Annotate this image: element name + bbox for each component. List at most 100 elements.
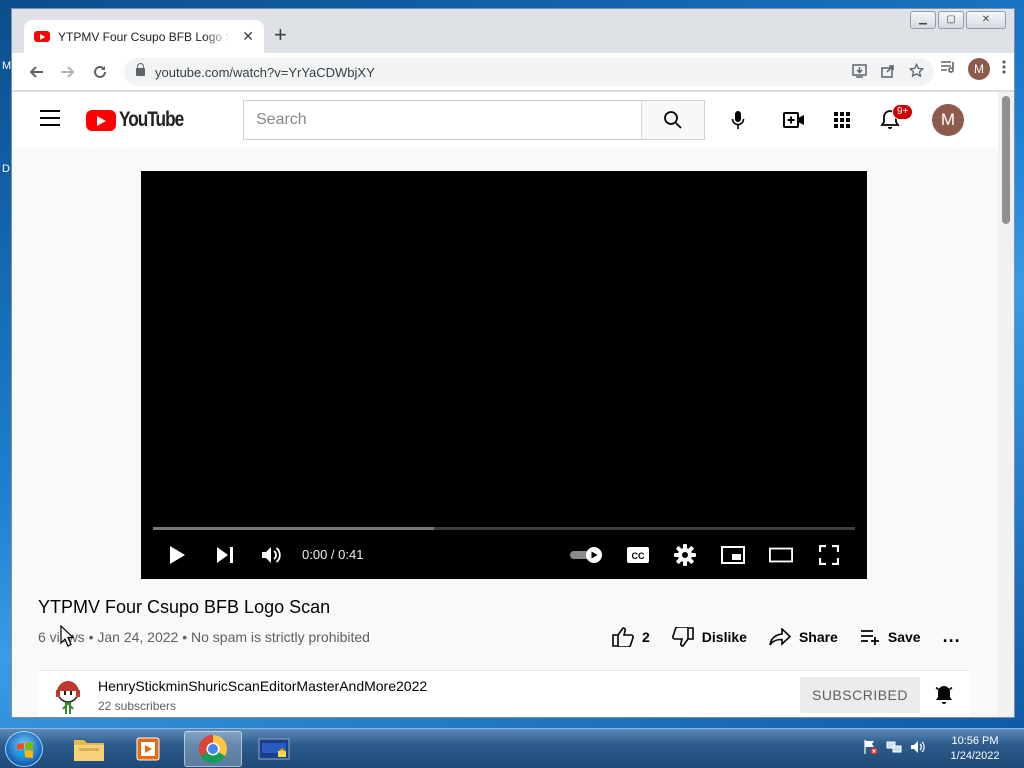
playlist-add-icon bbox=[860, 629, 879, 645]
desktop-icon-label[interactable]: M bbox=[2, 60, 11, 72]
close-tab-icon[interactable]: ✕ bbox=[242, 28, 254, 45]
theater-mode-button[interactable] bbox=[769, 543, 793, 567]
taskbar-media-player[interactable] bbox=[121, 731, 179, 767]
channel-name[interactable]: HenryStickminShuricScanEditorMasterAndMo… bbox=[98, 678, 427, 694]
dislike-button[interactable]: Dislike bbox=[671, 626, 747, 647]
fullscreen-button[interactable] bbox=[817, 543, 841, 567]
back-button[interactable] bbox=[22, 58, 50, 86]
youtube-favicon-icon bbox=[34, 31, 50, 42]
thumbs-up-icon bbox=[612, 626, 634, 647]
play-icon bbox=[170, 546, 185, 564]
maximize-button[interactable]: ▢ bbox=[938, 11, 964, 29]
taskbar-app[interactable] bbox=[245, 731, 303, 767]
lock-icon[interactable] bbox=[136, 63, 145, 76]
install-app-icon[interactable] bbox=[852, 63, 867, 81]
youtube-play-logo-icon bbox=[86, 109, 116, 131]
time-display: 0:00 / 0:41 bbox=[302, 547, 364, 562]
captions-icon: CC bbox=[627, 547, 649, 563]
browser-window: YTPMV Four Csupo BFB Logo Scan - YouTube… bbox=[11, 8, 1015, 718]
captions-button[interactable]: CC bbox=[626, 543, 650, 567]
system-tray bbox=[862, 739, 926, 755]
app-window-icon bbox=[258, 738, 290, 760]
miniplayer-button[interactable] bbox=[721, 543, 745, 567]
search-button[interactable] bbox=[641, 100, 705, 140]
autoplay-toggle[interactable] bbox=[569, 543, 605, 567]
share-button[interactable]: Share bbox=[769, 627, 838, 646]
page-scrollbar[interactable] bbox=[998, 92, 1014, 717]
bookmark-star-icon[interactable] bbox=[908, 62, 925, 81]
address-bar[interactable]: youtube.com/watch?v=YrYaCDWbjXY bbox=[124, 58, 934, 86]
back-arrow-icon bbox=[29, 66, 43, 78]
taskbar: 10:56 PM 1/24/2022 bbox=[0, 728, 1024, 768]
video-info: 6 views • Jan 24, 2022 • No spam is stri… bbox=[38, 629, 370, 645]
action-center-flag-icon[interactable] bbox=[862, 739, 878, 755]
subscriber-count: 22 subscribers bbox=[98, 699, 177, 713]
chrome-icon bbox=[199, 735, 227, 763]
youtube-header: YouTube 9+ M bbox=[12, 92, 998, 148]
microphone-icon bbox=[731, 111, 745, 129]
channel-row: HenryStickminShuricScanEditorMasterAndMo… bbox=[38, 671, 970, 717]
skip-next-icon bbox=[217, 547, 233, 563]
forward-button[interactable] bbox=[54, 58, 82, 86]
clock-time: 10:56 PM bbox=[951, 735, 999, 747]
apps-grid-icon bbox=[834, 112, 850, 128]
url-text[interactable]: youtube.com/watch?v=YrYaCDWbjXY bbox=[155, 65, 375, 80]
gear-icon bbox=[674, 544, 696, 566]
youtube-logo[interactable]: YouTube bbox=[86, 108, 197, 132]
settings-button[interactable] bbox=[673, 543, 697, 567]
taskbar-explorer[interactable] bbox=[60, 731, 118, 767]
fullscreen-icon bbox=[819, 545, 839, 565]
progress-bar[interactable] bbox=[153, 527, 855, 530]
forward-arrow-icon bbox=[61, 66, 75, 78]
thumbs-down-icon bbox=[671, 626, 694, 647]
windows-logo-icon bbox=[17, 741, 33, 759]
desktop-icon-label[interactable]: D bbox=[2, 163, 10, 175]
reading-list-icon[interactable] bbox=[940, 60, 956, 78]
play-button[interactable] bbox=[165, 543, 189, 567]
volume-tray-icon[interactable] bbox=[910, 739, 926, 755]
scrollbar-thumb[interactable] bbox=[1002, 96, 1010, 224]
start-button[interactable] bbox=[5, 731, 43, 767]
save-button[interactable]: Save bbox=[860, 629, 921, 645]
browser-tab[interactable]: YTPMV Four Csupo BFB Logo Scan - YouTube… bbox=[24, 20, 264, 53]
like-count: 2 bbox=[642, 628, 650, 645]
account-avatar[interactable]: M bbox=[932, 104, 964, 136]
window-controls: ▁ ▢ ✕ bbox=[910, 11, 1006, 29]
mouse-cursor-icon bbox=[60, 625, 74, 647]
subscribed-button[interactable]: SUBSCRIBED bbox=[800, 677, 920, 713]
dislike-label: Dislike bbox=[701, 628, 747, 645]
tab-title: YTPMV Four Csupo BFB Logo Scan - YouTube bbox=[58, 29, 230, 44]
close-window-button[interactable]: ✕ bbox=[966, 11, 1006, 29]
share-page-icon[interactable] bbox=[881, 64, 895, 81]
network-icon[interactable] bbox=[886, 739, 902, 755]
new-tab-button[interactable]: + bbox=[274, 24, 287, 46]
volume-button[interactable] bbox=[260, 543, 284, 567]
miniplayer-icon bbox=[721, 546, 745, 564]
like-button[interactable]: 2 bbox=[612, 626, 650, 647]
hamburger-menu-icon[interactable] bbox=[40, 110, 60, 131]
media-player-icon bbox=[136, 737, 160, 761]
search-icon bbox=[664, 111, 682, 129]
save-label: Save bbox=[887, 628, 921, 645]
menu-kebab-icon[interactable] bbox=[1002, 60, 1006, 78]
search-input[interactable] bbox=[256, 111, 616, 129]
svg-text:CC: CC bbox=[632, 551, 645, 561]
video-player[interactable]: 0:00 / 0:41 CC bbox=[141, 171, 867, 579]
video-title: YTPMV Four Csupo BFB Logo Scan bbox=[38, 597, 331, 617]
apps-button[interactable] bbox=[830, 108, 854, 132]
taskbar-clock[interactable]: 10:56 PM 1/24/2022 bbox=[940, 734, 1010, 764]
more-actions-button[interactable]: ... bbox=[943, 626, 961, 647]
voice-search-button[interactable] bbox=[718, 100, 758, 140]
next-button[interactable] bbox=[213, 543, 237, 567]
taskbar-chrome[interactable] bbox=[184, 731, 242, 767]
channel-avatar[interactable] bbox=[54, 679, 82, 715]
profile-avatar[interactable]: M bbox=[968, 58, 990, 80]
browser-toolbar: youtube.com/watch?v=YrYaCDWbjXY M bbox=[12, 53, 1014, 91]
notification-bell-icon[interactable] bbox=[934, 684, 954, 706]
share-arrow-icon bbox=[769, 627, 791, 646]
create-video-button[interactable] bbox=[782, 108, 806, 132]
video-actions: 2 Dislike Share Save ... bbox=[612, 626, 961, 647]
minimize-button[interactable]: ▁ bbox=[910, 11, 936, 29]
reload-button[interactable] bbox=[86, 58, 114, 86]
autoplay-toggle-icon bbox=[570, 547, 602, 563]
